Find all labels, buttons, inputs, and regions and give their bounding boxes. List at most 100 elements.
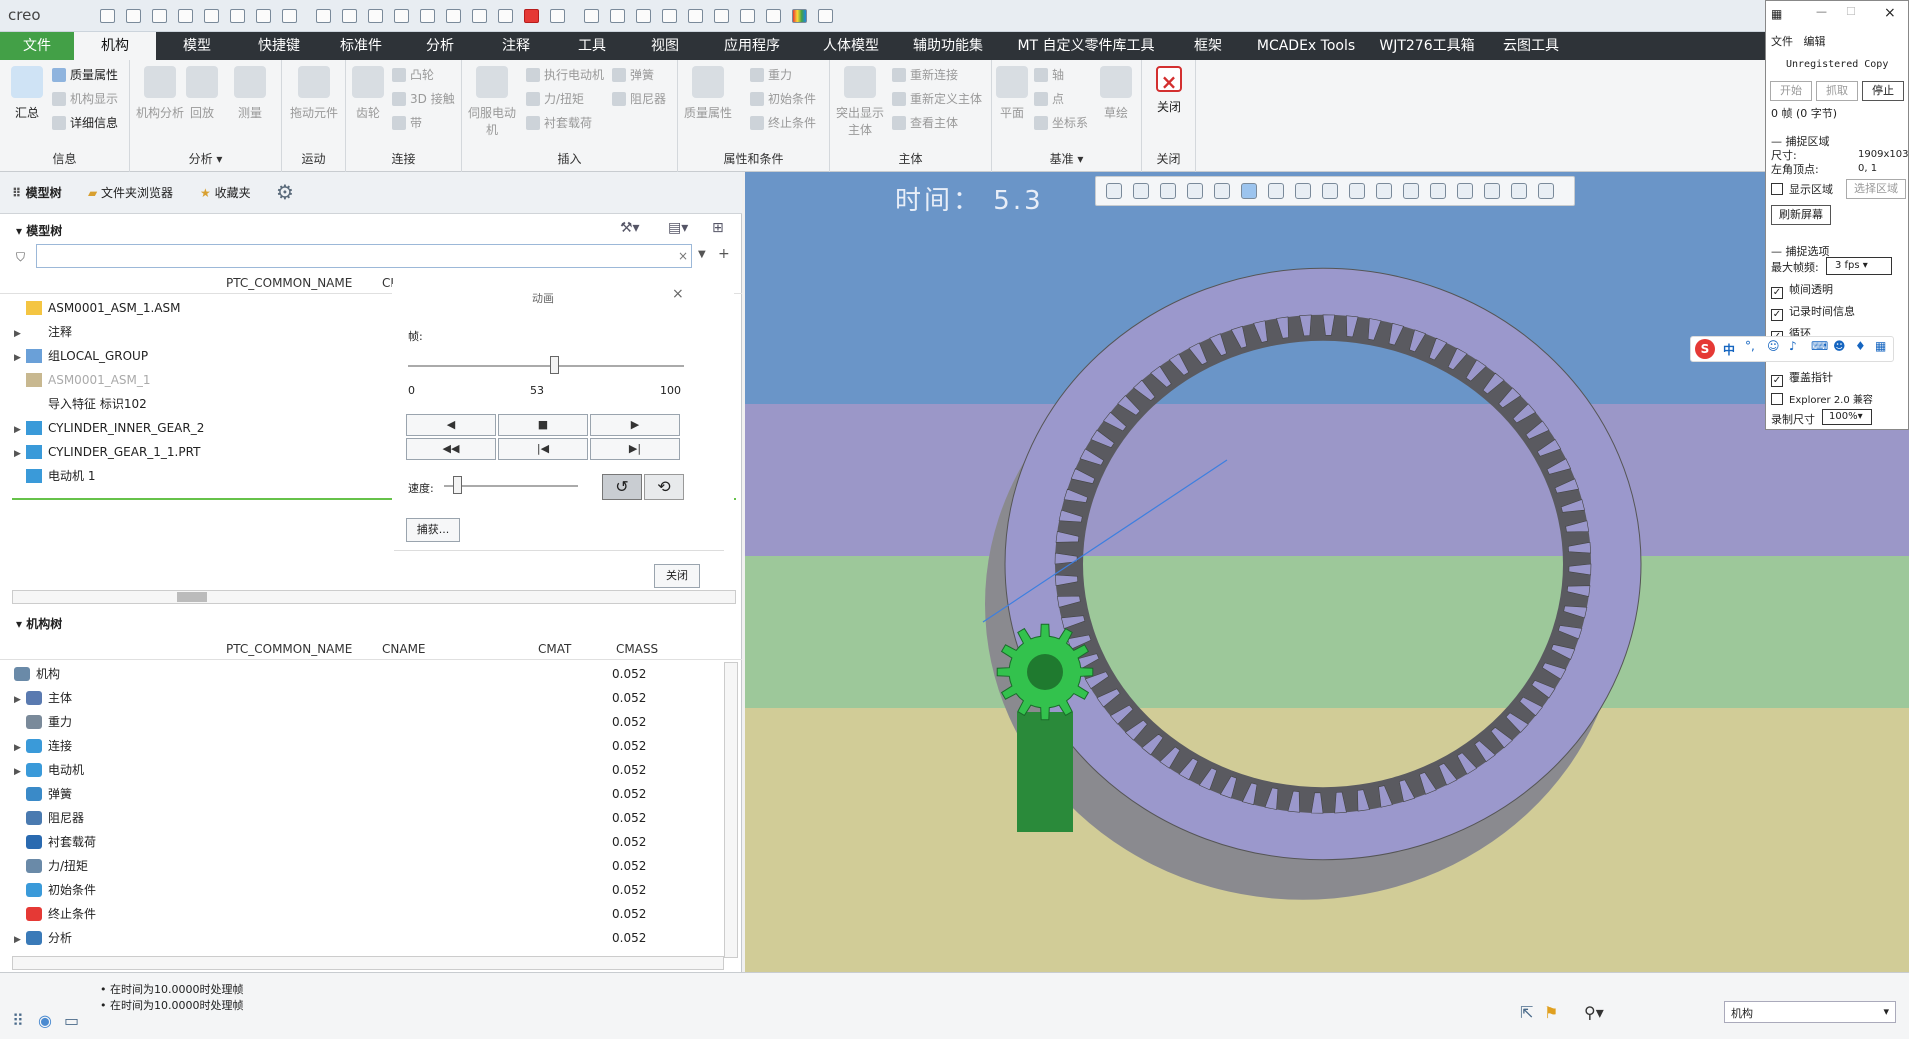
- explorer-compat-checkbox[interactable]: Explorer 2.0 兼容: [1771, 391, 1873, 406]
- mech-tree-row[interactable]: 衬套载荷 0.052: [14, 830, 714, 854]
- group-label-analysis[interactable]: 分析 ▾: [130, 150, 281, 167]
- ime-punct-icon[interactable]: °,: [1745, 339, 1755, 353]
- open-icon[interactable]: [126, 9, 141, 23]
- plane-icon[interactable]: [766, 9, 781, 23]
- csys-icon[interactable]: [688, 9, 703, 23]
- expand-arrow-icon[interactable]: ▶: [14, 928, 26, 952]
- details-button[interactable]: 详细信息: [52, 112, 118, 134]
- mech-display-button[interactable]: 机构显示: [52, 88, 118, 110]
- regenerate-icon[interactable]: [204, 9, 219, 23]
- ime-language-toggle[interactable]: 中: [1723, 341, 1735, 358]
- close-mechanism-button[interactable]: × 关闭: [1142, 66, 1196, 115]
- mech-tree-col-0[interactable]: PTC_COMMON_NAME: [226, 642, 352, 656]
- drag-components-button[interactable]: 拖动元件: [286, 66, 342, 121]
- eye-icon[interactable]: [636, 9, 651, 23]
- force-torque-button[interactable]: 力/扭矩: [526, 88, 584, 110]
- status-flag-icon[interactable]: ⚑: [1544, 1003, 1558, 1022]
- model-tree-row[interactable]: ▶ 注释: [14, 320, 72, 344]
- redo-icon[interactable]: [282, 9, 297, 23]
- tab-4[interactable]: 标准件: [320, 32, 402, 60]
- anim-close-button[interactable]: 关闭: [654, 564, 700, 588]
- zoom-out-icon[interactable]: [1160, 183, 1176, 199]
- expand-arrow-icon[interactable]: ▶: [14, 346, 26, 370]
- axis-button[interactable]: 轴: [1034, 64, 1064, 86]
- repeat-button[interactable]: ↺: [602, 474, 642, 500]
- reverse-loop-button[interactable]: ⟲: [644, 474, 684, 500]
- shape-icon[interactable]: [584, 9, 599, 23]
- repaint-icon[interactable]: [1187, 183, 1203, 199]
- csys-button[interactable]: 坐标系: [1034, 112, 1088, 134]
- tab-10[interactable]: 人体模型: [804, 32, 898, 60]
- tab-2[interactable]: 模型: [156, 32, 238, 60]
- tab-15[interactable]: WJT276工具箱: [1370, 32, 1484, 60]
- play-forward-button[interactable]: ▶: [590, 414, 680, 436]
- gear-button[interactable]: 齿轮: [346, 66, 390, 121]
- clear-search-icon[interactable]: ×: [678, 249, 688, 263]
- spin-center-icon[interactable]: [1484, 183, 1500, 199]
- appearance-icon[interactable]: [792, 9, 807, 23]
- ime-user-icon[interactable]: ☻: [1833, 339, 1846, 353]
- play-reverse-button[interactable]: ◀: [406, 414, 496, 436]
- stop-button[interactable]: ■: [498, 414, 588, 436]
- max-fps-select[interactable]: 3 fps ▾: [1826, 257, 1892, 275]
- gravity-button[interactable]: 重力: [750, 64, 792, 86]
- mech-tree-row[interactable]: ▶ 电动机 0.052: [14, 758, 714, 782]
- paste-icon[interactable]: [394, 9, 409, 23]
- model-tree-row[interactable]: ASM0001_ASM_1: [14, 368, 151, 392]
- model-tree-row[interactable]: 导入特征 标识102: [14, 392, 147, 416]
- speed-slider-track[interactable]: [444, 485, 578, 487]
- ime-voice-icon[interactable]: ♪: [1789, 339, 1797, 353]
- point-button[interactable]: 点: [1034, 88, 1064, 110]
- mech-tree-vscrollbar[interactable]: [724, 662, 738, 958]
- ime-skin-icon[interactable]: ♦: [1855, 339, 1866, 353]
- appearance-icon[interactable]: [1511, 183, 1527, 199]
- measure-button[interactable]: 测量: [226, 66, 274, 121]
- record-size-select[interactable]: 100%▾: [1822, 409, 1872, 425]
- mech-tree-row[interactable]: 阻尼器 0.052: [14, 806, 714, 830]
- show-region-checkbox[interactable]: 显示区域: [1771, 181, 1833, 197]
- step-back-button[interactable]: |◀: [498, 438, 588, 460]
- frame-transparent-checkbox[interactable]: ✓ 帧间透明: [1771, 281, 1833, 299]
- recorder-minimize-icon[interactable]: —: [1816, 5, 1827, 18]
- model-tree-row[interactable]: ▶ CYLINDER_INNER_GEAR_2: [14, 416, 204, 440]
- redefine-body-button[interactable]: 重新定义主体: [892, 88, 982, 110]
- mech-tree-col-1[interactable]: CNAME: [382, 642, 426, 656]
- recorder-menu-edit[interactable]: 编辑: [1804, 35, 1826, 48]
- mech-tree-row[interactable]: ▶ 主体 0.052: [14, 686, 714, 710]
- tab-16[interactable]: 云图工具: [1484, 32, 1578, 60]
- mech-tree-row[interactable]: 力/扭矩 0.052: [14, 854, 714, 878]
- mech-tree-row[interactable]: 弹簧 0.052: [14, 782, 714, 806]
- tab-12[interactable]: MT 自定义零件库工具: [998, 32, 1174, 60]
- save-as-icon[interactable]: [178, 9, 193, 23]
- plane-display-icon[interactable]: [1349, 183, 1365, 199]
- termination-conditions-button[interactable]: 终止条件: [750, 112, 816, 134]
- graphics-viewport[interactable]: 时间： 5.3: [745, 172, 1909, 972]
- recorder-stop-button[interactable]: 停止: [1862, 81, 1904, 101]
- tab-13[interactable]: 框架: [1174, 32, 1242, 60]
- text-icon[interactable]: [420, 9, 435, 23]
- binoculars-icon[interactable]: ⚲▾: [1584, 1003, 1604, 1022]
- new-file-icon[interactable]: [100, 9, 115, 23]
- display-style-icon[interactable]: [1268, 183, 1284, 199]
- servo-motor-button[interactable]: 伺服电动机: [464, 66, 520, 138]
- sketch-tool-icon[interactable]: [316, 9, 331, 23]
- record-time-checkbox[interactable]: ✓ 记录时间信息: [1771, 303, 1855, 321]
- tab-folder-browser[interactable]: ▰ 文件夹浏览器: [88, 184, 173, 201]
- tab-0[interactable]: 文件: [0, 32, 74, 60]
- tree-search-input[interactable]: [36, 244, 692, 268]
- datum-display-icon[interactable]: [1322, 183, 1338, 199]
- zoom-in-icon[interactable]: [1133, 183, 1149, 199]
- sketch-button[interactable]: 草绘: [1094, 66, 1138, 121]
- copy-icon[interactable]: [368, 9, 383, 23]
- select-icon[interactable]: [342, 9, 357, 23]
- rewind-button[interactable]: ◀◀: [406, 438, 496, 460]
- tab-7[interactable]: 工具: [554, 32, 630, 60]
- model-tree-row[interactable]: 电动机 1: [14, 464, 95, 488]
- tab-6[interactable]: 注释: [478, 32, 554, 60]
- mech-tree-row[interactable]: 机构 0.052: [14, 662, 714, 686]
- view-body-button[interactable]: 查看主体: [892, 112, 958, 134]
- mech-tree-hscrollbar[interactable]: [12, 956, 724, 970]
- refresh-screen-button[interactable]: 刷新屏幕: [1771, 205, 1831, 225]
- summary-button[interactable]: 汇总: [4, 66, 50, 121]
- bushing-load-button[interactable]: 衬套载荷: [526, 112, 592, 134]
